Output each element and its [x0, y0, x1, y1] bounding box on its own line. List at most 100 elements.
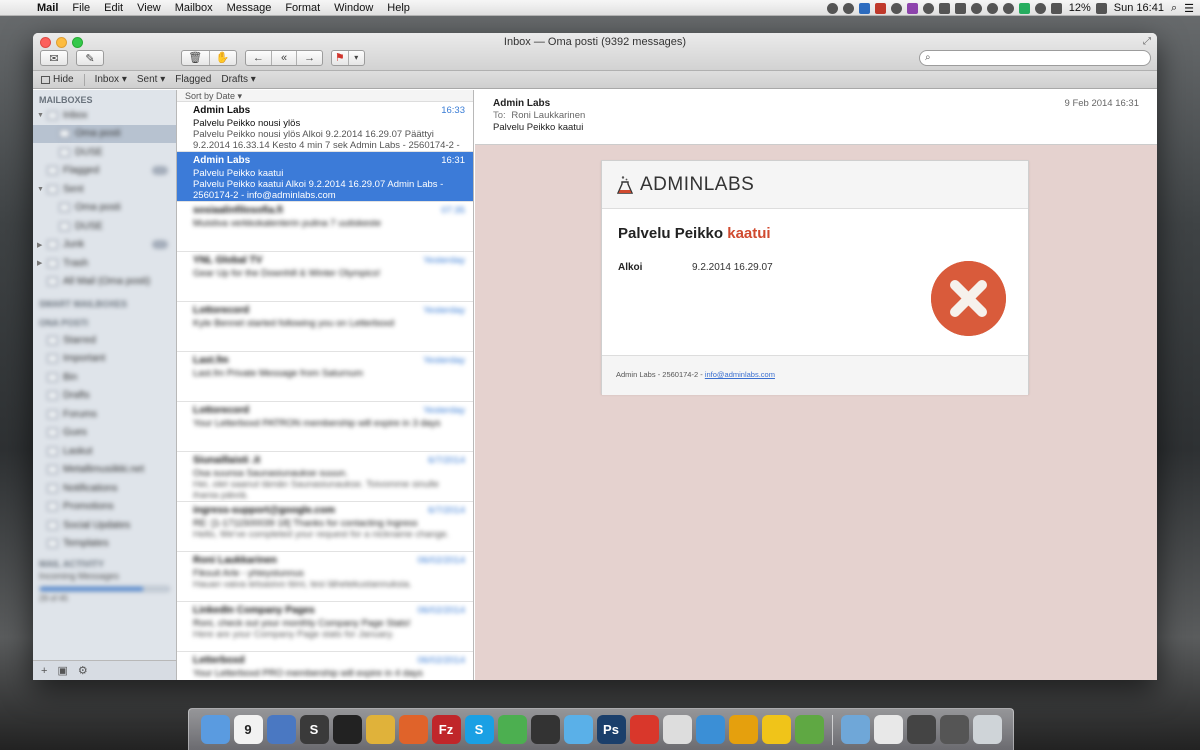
- disclosure-triangle-icon[interactable]: ▼: [37, 186, 44, 193]
- sort-by-date[interactable]: Sort by Date ▾: [177, 90, 473, 102]
- sidebar-folder[interactable]: Starred: [33, 331, 176, 350]
- tray-volume-icon[interactable]: [1050, 2, 1062, 14]
- sidebar-folder[interactable]: Laskut: [33, 442, 176, 461]
- search-input[interactable]: ⌕: [919, 50, 1151, 66]
- cloud-icon[interactable]: [563, 715, 593, 744]
- notification-center-icon[interactable]: ☰: [1184, 2, 1194, 15]
- delete-button[interactable]: 🗑: [182, 51, 210, 65]
- reply-button[interactable]: ←: [246, 51, 272, 65]
- plex-icon[interactable]: [728, 715, 758, 744]
- tray-clock-icon[interactable]: [1002, 2, 1014, 14]
- sidebar-folder[interactable]: Gues: [33, 424, 176, 443]
- disclosure-triangle-icon[interactable]: ▶: [37, 259, 42, 267]
- firefox-icon[interactable]: [398, 715, 428, 744]
- sidebar-item-junk[interactable]: ▶ Junk: [33, 236, 176, 255]
- calendar-icon[interactable]: 9: [233, 715, 263, 744]
- screenshot-icon[interactable]: [906, 715, 936, 744]
- gear-icon[interactable]: ⚙: [78, 664, 88, 677]
- favorite-flagged[interactable]: Flagged: [175, 74, 211, 85]
- junk-button[interactable]: ✋: [210, 51, 237, 65]
- menu-help[interactable]: Help: [380, 2, 417, 14]
- sidebar-item-inbox[interactable]: ▼ Inbox: [33, 106, 176, 125]
- battery-icon[interactable]: [1095, 2, 1107, 14]
- sidebar-item-trash[interactable]: ▶ Trash: [33, 254, 176, 273]
- sidebar-folder[interactable]: Bin: [33, 368, 176, 387]
- message-row[interactable]: Letterboxd 06/02/2014 Your Letterboxd PRO …: [177, 652, 473, 680]
- add-mailbox-icon[interactable]: +: [41, 665, 47, 677]
- tray-app-icon[interactable]: [826, 2, 838, 14]
- sidebar-item-sent[interactable]: ▼ Sent: [33, 180, 176, 199]
- tray-cloud-icon[interactable]: [986, 2, 998, 14]
- spotlight-icon[interactable]: ⌕: [1171, 2, 1177, 15]
- trash-icon[interactable]: [972, 715, 1002, 744]
- sidebar-item-sent-oma-posti[interactable]: Oma posti: [33, 199, 176, 218]
- menu-app-name[interactable]: Mail: [30, 2, 65, 14]
- sidebar-item-inbox-oma-posti[interactable]: Oma posti: [33, 124, 176, 143]
- photoshop-icon[interactable]: Ps: [596, 715, 626, 744]
- menu-mailbox[interactable]: Mailbox: [168, 2, 220, 14]
- message-row[interactable]: Roni Laukkarinen 06/02/2014 Fiksuit Arle -…: [177, 552, 473, 602]
- tray-word-icon[interactable]: [938, 2, 950, 14]
- sidebar-folder[interactable]: Promotions: [33, 498, 176, 517]
- sidebar-item-sent-duse[interactable]: DUSE: [33, 217, 176, 236]
- sidebar-folder[interactable]: Templates: [33, 535, 176, 554]
- message-row[interactable]: sosiaalinfilosofia.fi 07:35 Muistiva verkk…: [177, 202, 473, 252]
- chrome-icon[interactable]: [365, 715, 395, 744]
- message-row[interactable]: LinkedIn Company Pages 06/02/2014 Roni, ch…: [177, 602, 473, 652]
- disclosure-triangle-icon[interactable]: ▶: [37, 241, 42, 249]
- sidebar-item-all-mail[interactable]: All Mail (Oma posti): [33, 273, 176, 292]
- terminal-icon[interactable]: [332, 715, 362, 744]
- tray-heart-icon[interactable]: [954, 2, 966, 14]
- message-row[interactable]: Admin Labs 16:33 Palvelu Peikko nousi ylös…: [177, 102, 473, 152]
- applications-folder-icon[interactable]: [840, 715, 870, 744]
- tray-bluetooth-icon[interactable]: [1018, 2, 1030, 14]
- tray-record-icon[interactable]: [874, 2, 886, 14]
- message-row[interactable]: Lottorecord Yesterday Kyle Bennet started …: [177, 302, 473, 352]
- menubar-clock[interactable]: Sun 16:41: [1114, 2, 1164, 14]
- sidebar-folder[interactable]: Notifications: [33, 479, 176, 498]
- hide-mailbox-button[interactable]: Hide: [41, 74, 74, 85]
- tray-wifi-icon[interactable]: [1034, 2, 1046, 14]
- sequel-icon[interactable]: [530, 715, 560, 744]
- tray-pen-icon[interactable]: [906, 2, 918, 14]
- filezilla-icon[interactable]: Fz: [431, 715, 461, 744]
- menu-edit[interactable]: Edit: [97, 2, 130, 14]
- evernote-icon[interactable]: [794, 715, 824, 744]
- favorite-drafts[interactable]: Drafts ▾: [221, 74, 255, 85]
- favorite-inbox[interactable]: Inbox ▾: [95, 74, 127, 85]
- recipient-name[interactable]: Roni Laukkarinen: [511, 110, 585, 121]
- menu-file[interactable]: File: [65, 2, 97, 14]
- favorite-sent[interactable]: Sent ▾: [137, 74, 165, 85]
- sidebar-folder[interactable]: Drafts: [33, 387, 176, 406]
- power-icon[interactable]: [629, 715, 659, 744]
- menu-window[interactable]: Window: [327, 2, 380, 14]
- battery-percent[interactable]: 12%: [1069, 2, 1091, 14]
- tray-coffee-icon[interactable]: [970, 2, 982, 14]
- reply-all-button[interactable]: «: [272, 51, 298, 65]
- finder-icon[interactable]: [200, 715, 230, 744]
- compose-button[interactable]: ✎: [76, 50, 104, 66]
- sidebar-folder[interactable]: Forums: [33, 405, 176, 424]
- message-row[interactable]: Siunaillaisti .it 6/7/2014 Osa suunsa Saun…: [177, 452, 473, 502]
- footer-email-link[interactable]: info@adminlabs.com: [705, 370, 775, 379]
- preview-icon[interactable]: [662, 715, 692, 744]
- screen-icon[interactable]: [939, 715, 969, 744]
- tray-settings-icon[interactable]: [922, 2, 934, 14]
- flag-button[interactable]: ⚑ ▾: [331, 50, 365, 66]
- disclosure-triangle-icon[interactable]: ▼: [37, 112, 44, 119]
- menu-format[interactable]: Format: [278, 2, 327, 14]
- sidebar-folder[interactable]: Important: [33, 350, 176, 369]
- sublime-icon[interactable]: S: [299, 715, 329, 744]
- menu-message[interactable]: Message: [220, 2, 279, 14]
- xcode-icon[interactable]: [266, 715, 296, 744]
- sidebar-folder[interactable]: Metallimusiikki.net: [33, 461, 176, 480]
- message-row[interactable]: Lottorecord Yesterday Your Letterboxd PATR…: [177, 402, 473, 452]
- tray-eye-icon[interactable]: [890, 2, 902, 14]
- sidebar-item-inbox-duse[interactable]: DUSE: [33, 143, 176, 162]
- message-row[interactable]: Admin Labs 16:31 Palvelu Peikko kaatui Palv…: [177, 152, 473, 202]
- message-row[interactable]: YNL Global TV Yesterday Gear Up for the Do…: [177, 252, 473, 302]
- menu-view[interactable]: View: [130, 2, 168, 14]
- message-row[interactable]: Last.fm Yesterday Last.fm Private Message …: [177, 352, 473, 402]
- message-row[interactable]: ingress-support@google.com 6/7/2014 RE: [1…: [177, 502, 473, 552]
- tray-sync-icon[interactable]: [842, 2, 854, 14]
